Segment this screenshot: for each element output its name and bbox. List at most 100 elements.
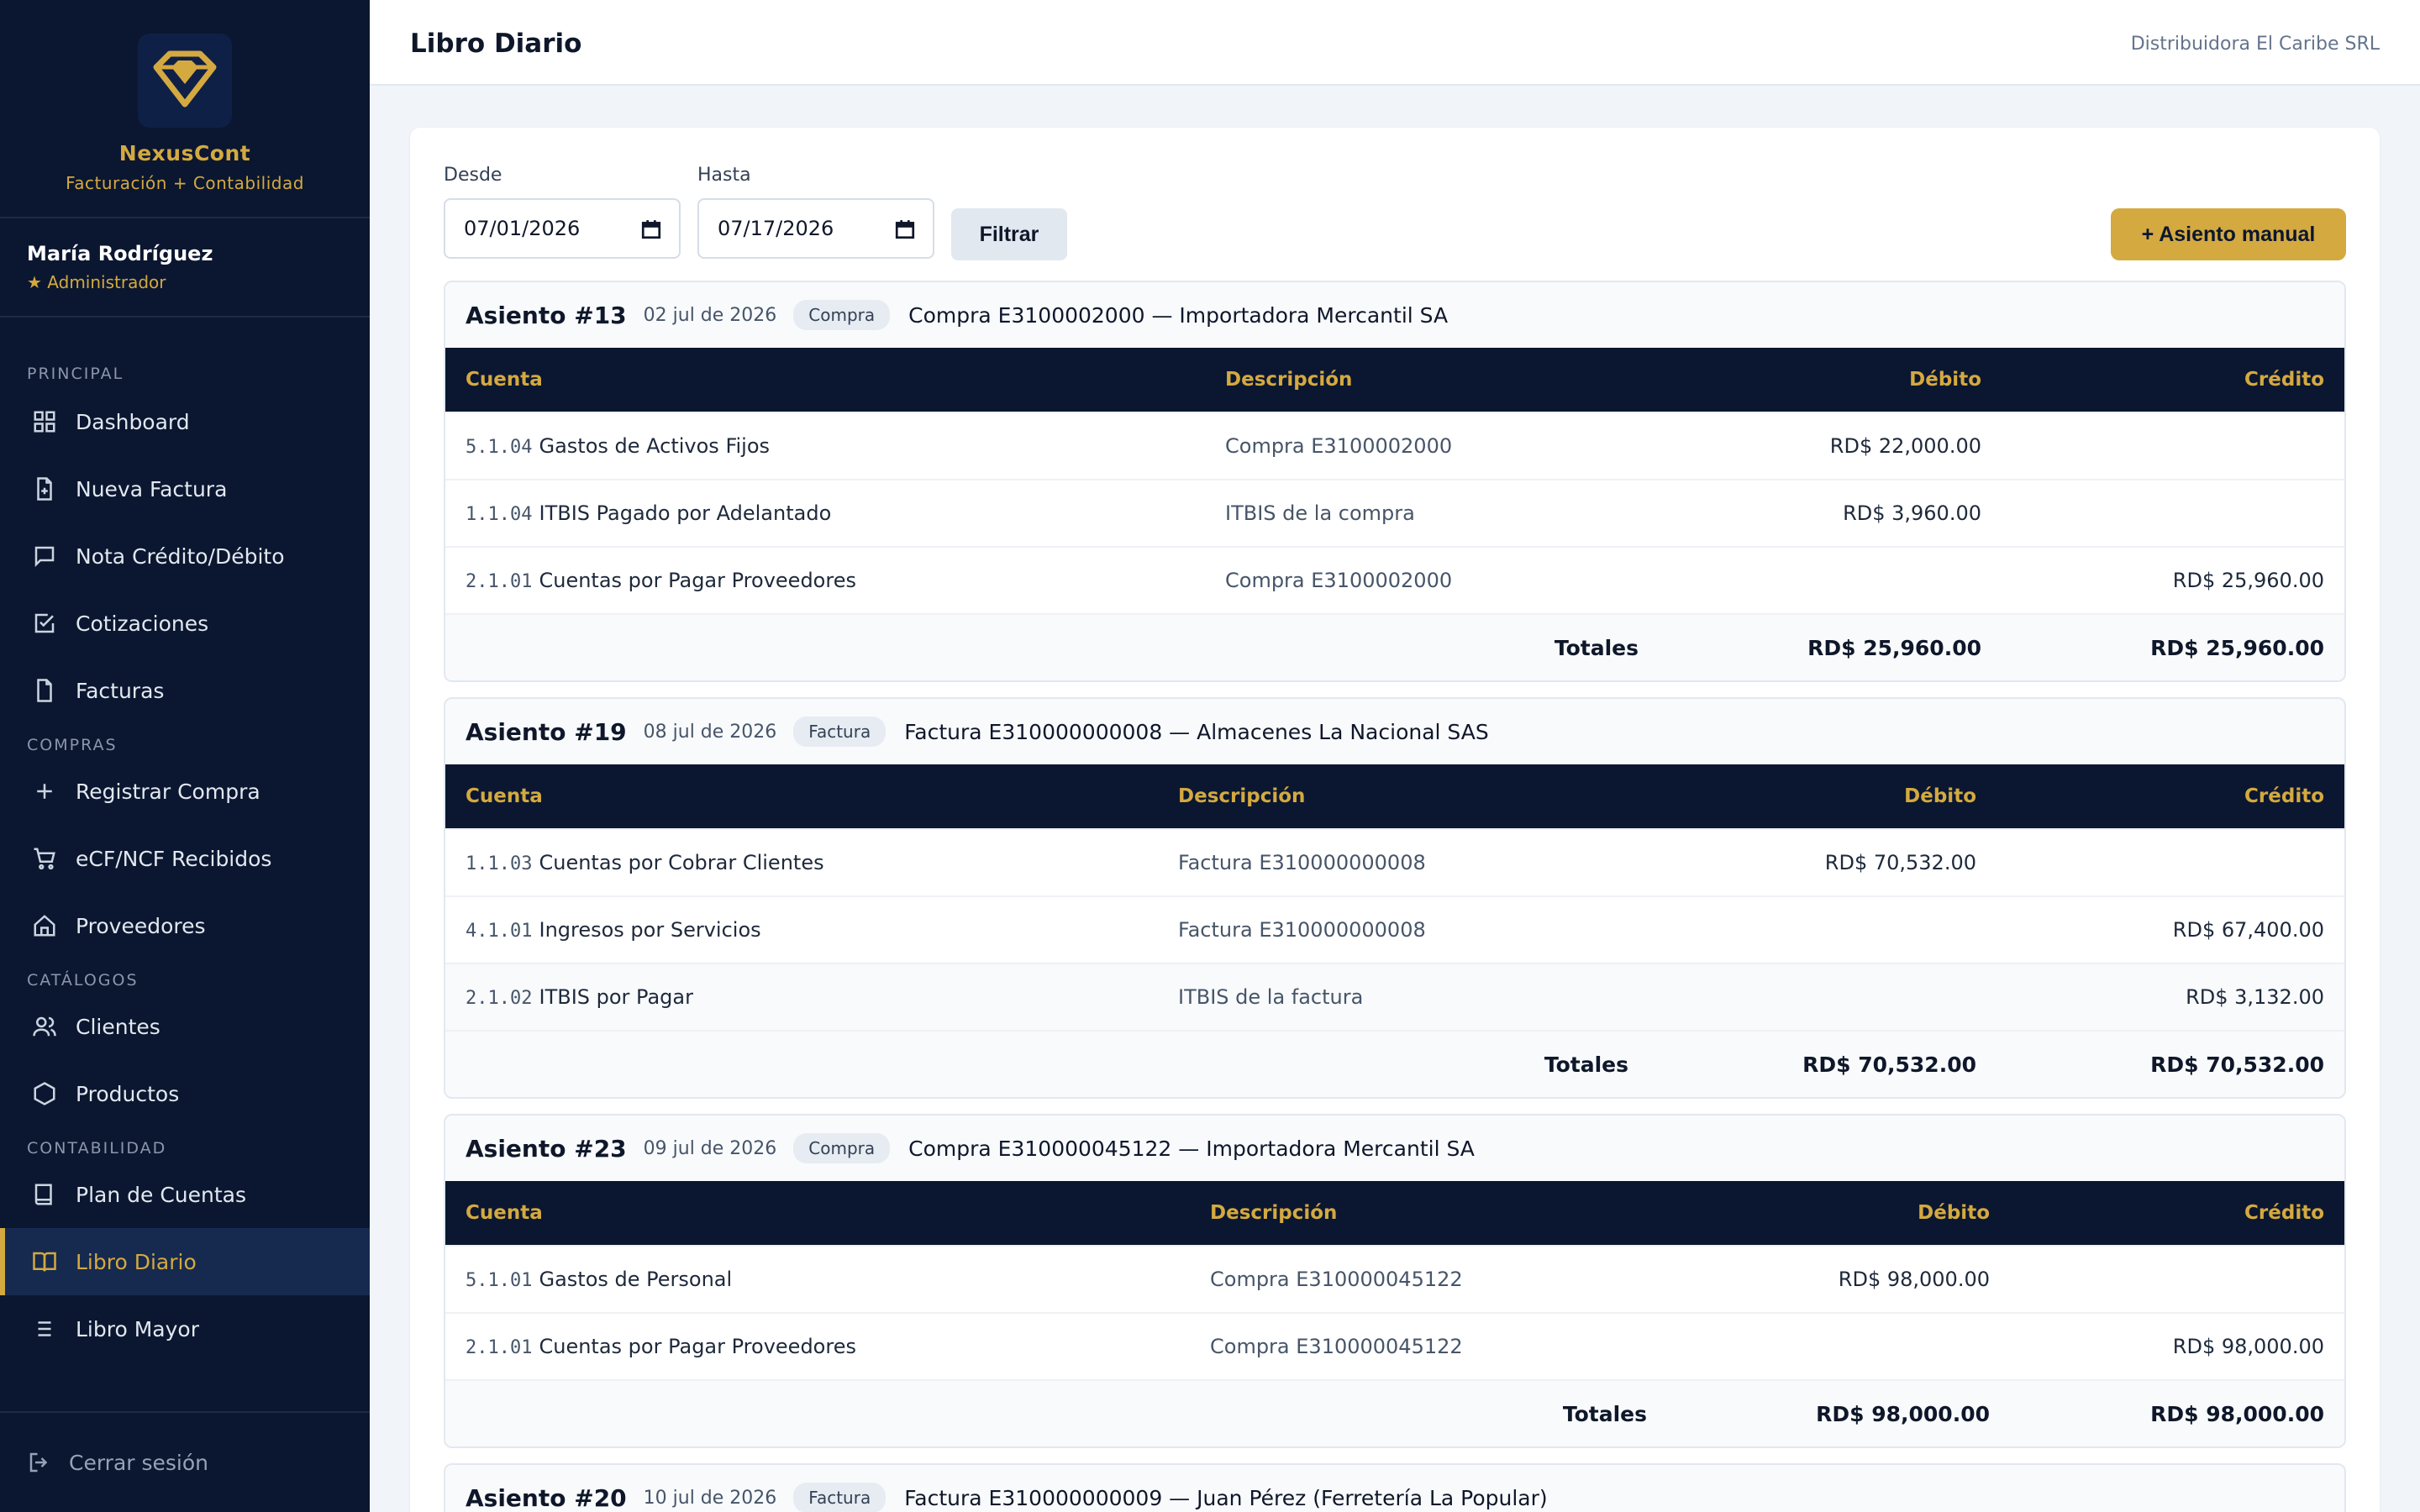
- sidebar-item-nueva-factura[interactable]: Nueva Factura: [0, 455, 370, 522]
- sidebar-item-label: Dashboard: [76, 409, 190, 434]
- calendar-icon[interactable]: [894, 218, 916, 240]
- table-row: 2.1.01 Cuentas por Pagar Proveedores Comp…: [445, 546, 2344, 613]
- file-icon: [32, 678, 57, 703]
- account-cell: 5.1.04 Gastos de Activos Fijos: [466, 434, 770, 458]
- table-header: Cuenta Descripción Débito Crédito: [445, 348, 2344, 412]
- top-header: Libro Diario Distribuidora El Caribe SRL: [370, 0, 2420, 86]
- line-description: Factura E310000000008: [1178, 918, 1426, 942]
- logout-icon: [27, 1450, 52, 1475]
- sidebar-item-libro-mayor[interactable]: Libro Mayor: [0, 1295, 370, 1362]
- from-date-input[interactable]: 07/01/2026: [444, 198, 681, 259]
- sidebar-item-label: Nota Crédito/Débito: [76, 543, 285, 569]
- users-icon: [32, 1014, 57, 1039]
- account-name: Gastos de Activos Fijos: [539, 434, 771, 458]
- totals-row: Totales RD$ 98,000.00 RD$ 98,000.00: [445, 1379, 2344, 1446]
- sidebar-item-nota[interactable]: Nota Crédito/Débito: [0, 522, 370, 590]
- debit-value: RD$ 98,000.00: [1838, 1268, 1990, 1291]
- sidebar-item-productos[interactable]: Productos: [0, 1060, 370, 1127]
- list-icon: [32, 1316, 57, 1341]
- book-icon: [32, 1182, 57, 1207]
- account-code: 1.1.04: [466, 504, 533, 525]
- sidebar-item-facturas[interactable]: Facturas: [0, 657, 370, 724]
- brand-subtitle: Facturación + Contabilidad: [66, 173, 304, 193]
- table-row: 2.1.02 ITBIS por Pagar ITBIS de la factur…: [445, 963, 2344, 1030]
- account-name: Cuentas por Pagar Proveedores: [539, 1335, 856, 1358]
- from-label: Desde: [444, 165, 502, 186]
- check-square-icon: [32, 611, 57, 636]
- manual-entry-button[interactable]: + Asiento manual: [2111, 208, 2346, 260]
- sidebar-item-label: Plan de Cuentas: [76, 1182, 247, 1207]
- account-code: 2.1.01: [466, 571, 533, 592]
- journal-entry: Asiento #23 09 jul de 2026 Compra Compra…: [444, 1114, 2346, 1448]
- entry-number: Asiento #23: [466, 1134, 627, 1163]
- total-debit: RD$ 25,960.00: [1807, 635, 1981, 660]
- entry-header: Asiento #23 09 jul de 2026 Compra Compra…: [445, 1116, 2344, 1181]
- line-description: Compra E3100002000: [1225, 569, 1453, 592]
- nav-section-principal: PRINCIPAL: [27, 365, 124, 383]
- account-cell: 5.1.01 Gastos de Personal: [466, 1268, 732, 1291]
- credit-value: RD$ 67,400.00: [2172, 918, 2324, 942]
- sidebar-item-clientes[interactable]: Clientes: [0, 993, 370, 1060]
- logout-button[interactable]: Cerrar sesión: [0, 1411, 370, 1512]
- nav-section-catalogos: CATÁLOGOS: [27, 971, 139, 990]
- sidebar-item-proveedores[interactable]: Proveedores: [0, 892, 370, 959]
- entry-header: Asiento #20 10 jul de 2026 Factura Factu…: [445, 1465, 2344, 1512]
- journal-entry: Asiento #20 10 jul de 2026 Factura Factu…: [444, 1463, 2346, 1512]
- calendar-icon[interactable]: [640, 218, 662, 240]
- credit-value: RD$ 98,000.00: [2172, 1335, 2324, 1358]
- page-title: Libro Diario: [410, 29, 582, 59]
- total-credit: RD$ 98,000.00: [2150, 1401, 2324, 1426]
- total-credit: RD$ 70,532.00: [2150, 1052, 2324, 1077]
- user-role: ★ Administrador: [27, 272, 166, 292]
- total-debit: RD$ 70,532.00: [1802, 1052, 1976, 1077]
- sidebar-item-label: Proveedores: [76, 913, 206, 938]
- line-description: Compra E3100002000: [1225, 434, 1453, 458]
- sidebar-item-ecf[interactable]: eCF/NCF Recibidos: [0, 825, 370, 892]
- debit-value: RD$ 3,960.00: [1843, 501, 1981, 525]
- sidebar-item-plan-cuentas[interactable]: Plan de Cuentas: [0, 1161, 370, 1228]
- account-code: 4.1.01: [466, 921, 533, 942]
- line-description: Compra E310000045122: [1210, 1268, 1463, 1291]
- table-header: Cuenta Descripción Débito Crédito: [445, 764, 2344, 828]
- col-credito: Crédito: [2244, 785, 2324, 807]
- col-debito: Débito: [1918, 1202, 1990, 1224]
- account-cell: 1.1.04 ITBIS Pagado por Adelantado: [466, 501, 831, 525]
- sidebar-item-libro-diario[interactable]: Libro Diario: [0, 1228, 370, 1295]
- sidebar-item-label: Registrar Compra: [76, 779, 260, 804]
- credit-value: RD$ 25,960.00: [2172, 569, 2324, 592]
- entry-number: Asiento #13: [466, 301, 627, 329]
- col-cuenta: Cuenta: [466, 1202, 543, 1224]
- logo: [138, 34, 232, 128]
- account-name: Gastos de Personal: [539, 1268, 733, 1291]
- entry-description: Compra E3100002000 — Importadora Mercant…: [908, 302, 1449, 328]
- table-row: 5.1.04 Gastos de Activos Fijos Compra E31…: [445, 412, 2344, 479]
- sidebar-item-dashboard[interactable]: Dashboard: [0, 388, 370, 455]
- message-icon: [32, 543, 57, 569]
- totals-label: Totales: [1562, 1401, 1647, 1426]
- account-code: 1.1.03: [466, 853, 533, 874]
- entry-date: 09 jul de 2026: [643, 1137, 777, 1159]
- to-date-input[interactable]: 07/17/2026: [697, 198, 934, 259]
- hexagon-icon: [32, 1081, 57, 1106]
- line-description: Compra E310000045122: [1210, 1335, 1463, 1358]
- user-name: María Rodríguez: [27, 242, 213, 265]
- sidebar-item-label: Productos: [76, 1081, 180, 1106]
- total-debit: RD$ 98,000.00: [1816, 1401, 1990, 1426]
- company-name: Distribuidora El Caribe SRL: [2130, 34, 2380, 55]
- brand-name: NexusCont: [118, 141, 251, 165]
- file-plus-icon: [32, 476, 57, 501]
- filter-button[interactable]: Filtrar: [951, 208, 1067, 260]
- grid-icon: [32, 409, 57, 434]
- account-code: 2.1.02: [466, 988, 533, 1009]
- from-date-value: 07/01/2026: [464, 217, 581, 240]
- entry-type-badge: Compra: [793, 300, 891, 330]
- account-name: ITBIS por Pagar: [539, 985, 693, 1009]
- line-description: ITBIS de la compra: [1225, 501, 1415, 525]
- totals-label: Totales: [1554, 635, 1639, 660]
- sidebar-item-label: Cotizaciones: [76, 611, 209, 636]
- entry-type-badge: Factura: [793, 1483, 886, 1512]
- col-debito: Débito: [1904, 785, 1976, 807]
- sidebar-item-cotizaciones[interactable]: Cotizaciones: [0, 590, 370, 657]
- col-credito: Crédito: [2244, 369, 2324, 391]
- sidebar-item-registrar-compra[interactable]: Registrar Compra: [0, 758, 370, 825]
